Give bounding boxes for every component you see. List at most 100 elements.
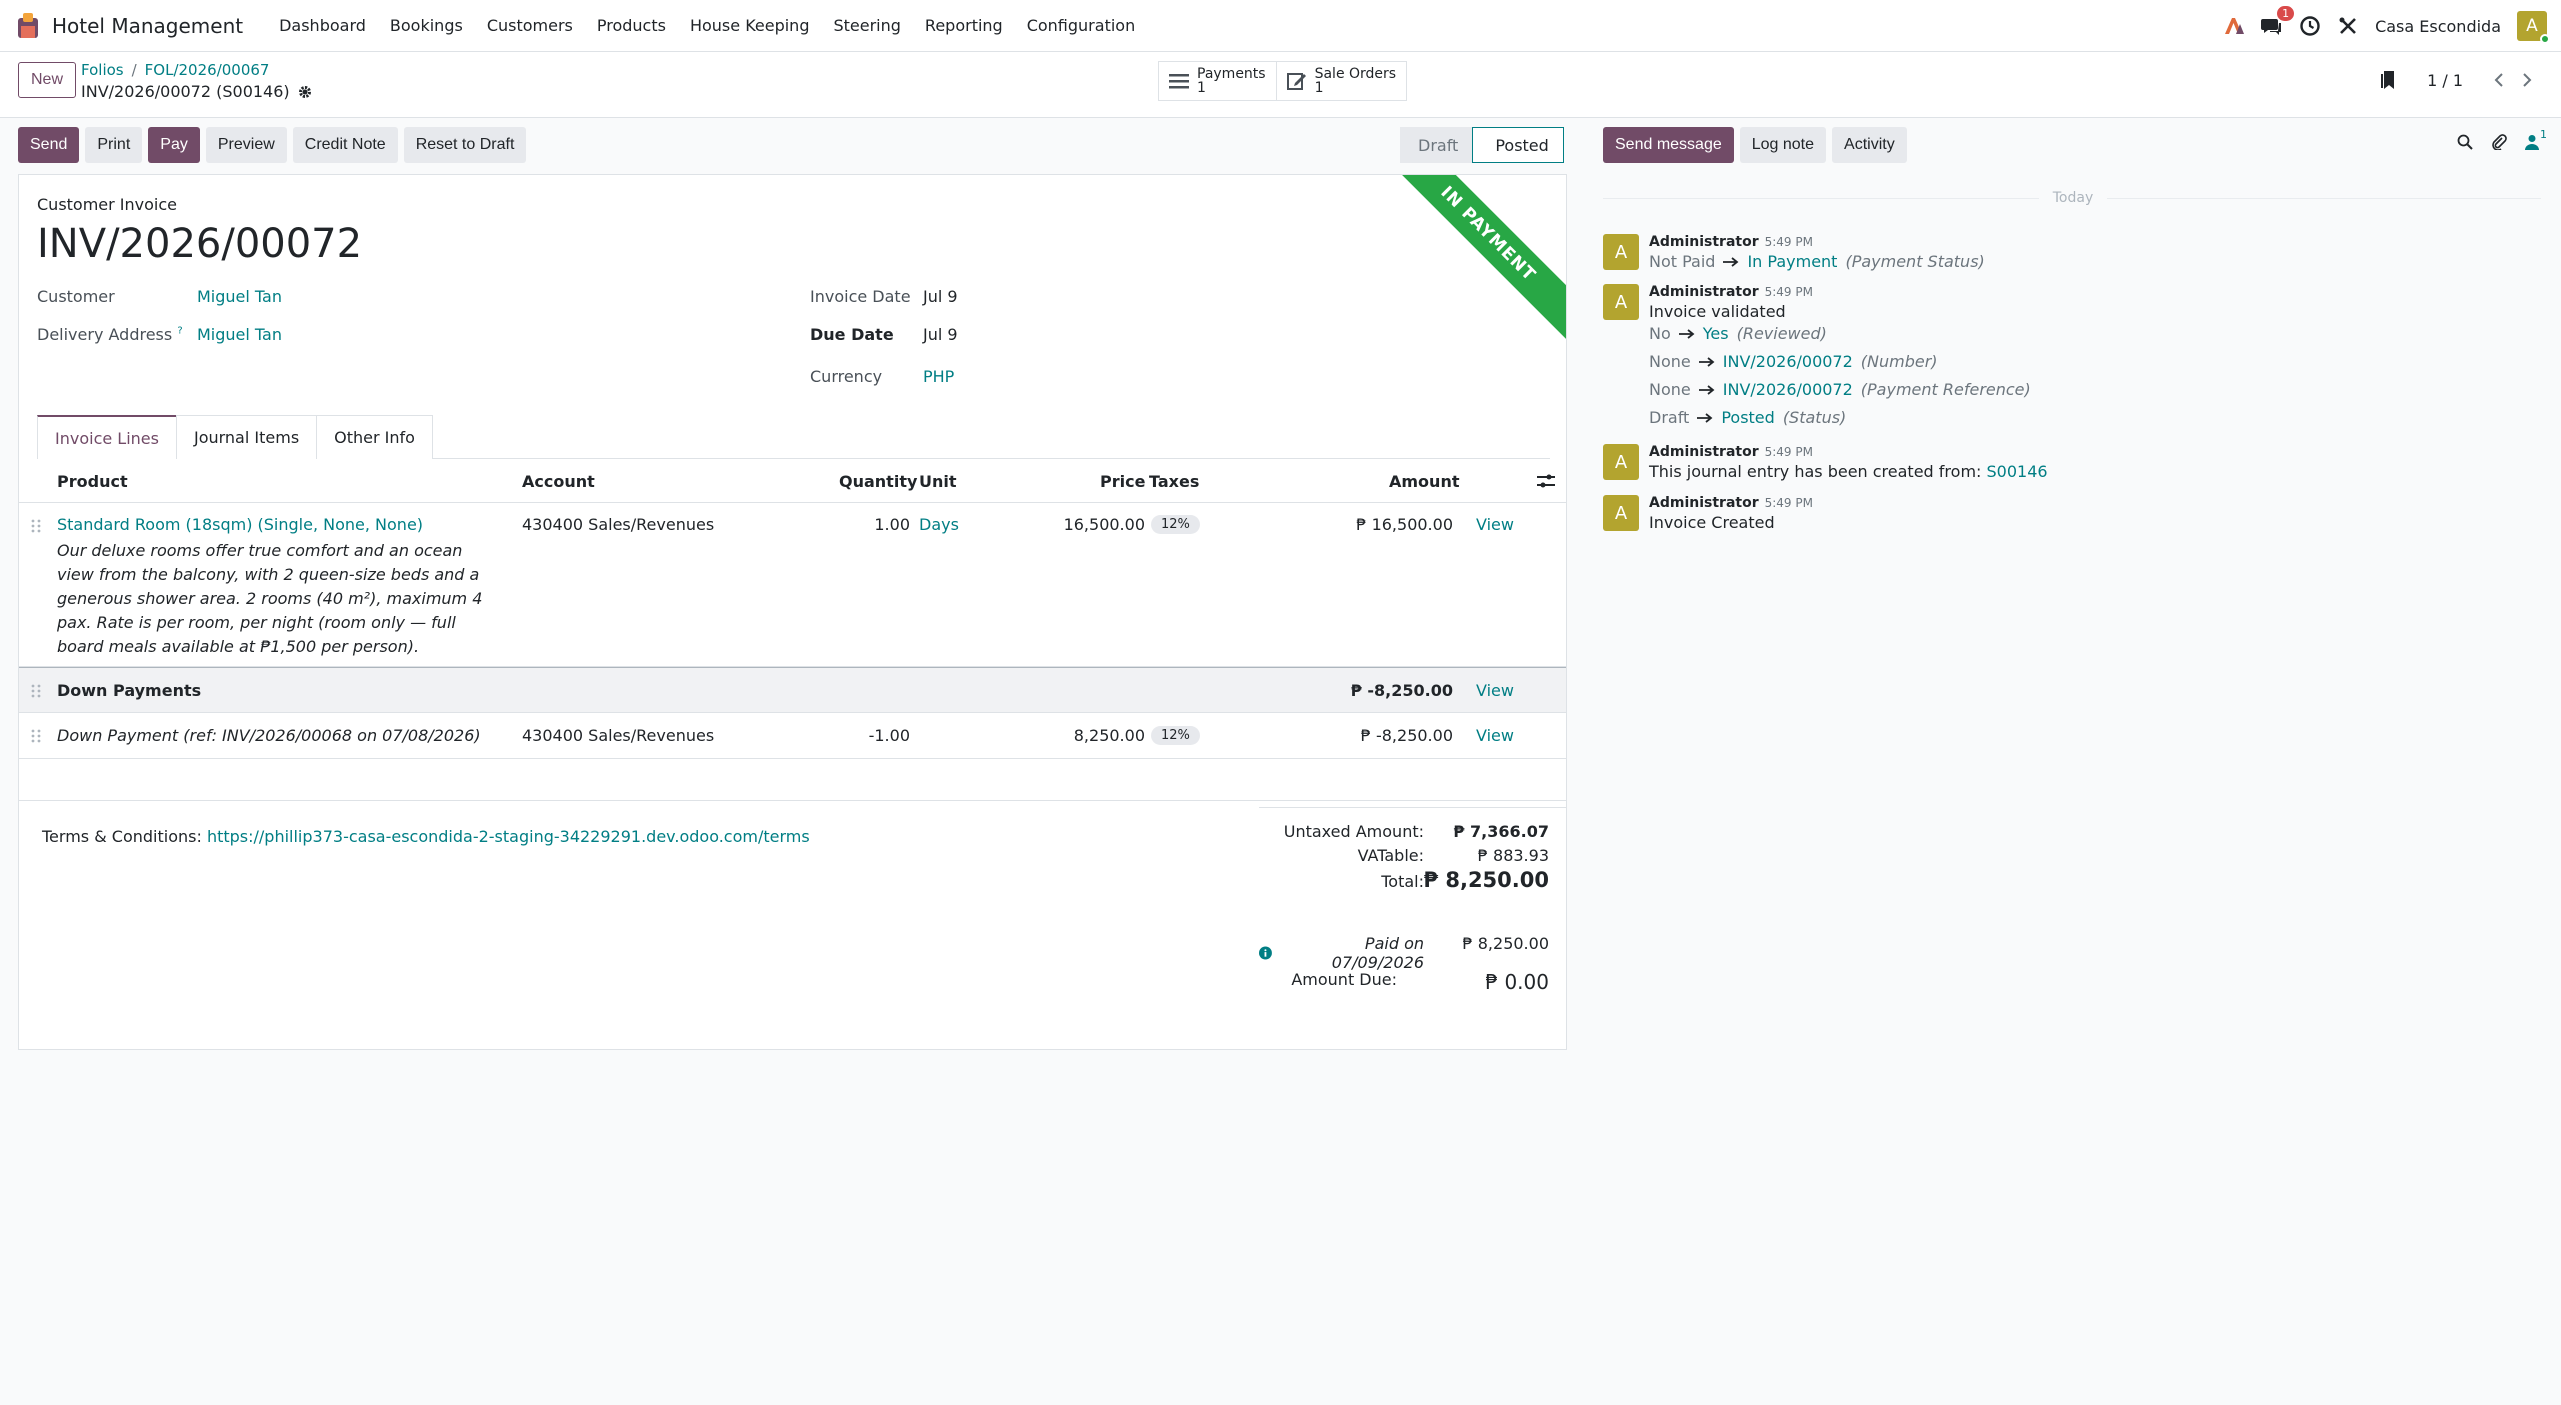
terms-label: Terms & Conditions: [42,827,202,846]
menu-reporting[interactable]: Reporting [913,16,1015,35]
line-product[interactable]: Standard Room (18sqm) (Single, None, Non… [57,515,423,534]
message-author-name[interactable]: Administrator [1649,444,1759,460]
search-icon[interactable] [2457,134,2473,150]
invoice-number: INV/2026/00072 [37,221,363,267]
author-avatar[interactable]: A [1603,444,1639,480]
drag-handle-icon[interactable] [31,729,41,743]
credit-note-button[interactable]: Credit Note [292,127,398,163]
company-switcher[interactable]: Casa Escondida [2375,17,2501,36]
message-body: This journal entry has been created from… [1649,462,2048,481]
menu-customers[interactable]: Customers [475,16,585,35]
line-view-link[interactable]: View [1476,515,1514,534]
menu-bookings[interactable]: Bookings [378,16,475,35]
section-view-link[interactable]: View [1476,681,1514,700]
tracking-field-name: (Status) [1782,408,1847,427]
payments-smart-button[interactable]: Payments 1 [1158,61,1277,101]
gear-icon[interactable] [298,85,312,99]
messages-icon[interactable]: 1 [2261,6,2295,37]
down-payment-price[interactable]: 8,250.00 [1074,726,1145,745]
down-payment-quantity[interactable]: -1.00 [869,726,910,745]
tab-other-info[interactable]: Other Info [316,415,433,459]
add-line-row[interactable] [19,759,1566,801]
print-button[interactable]: Print [85,127,143,163]
main-menu: Dashboard Bookings Customers Products Ho… [267,16,1147,35]
activity-button[interactable]: Activity [1832,127,1907,163]
author-avatar[interactable]: A [1603,234,1639,270]
menu-house-keeping[interactable]: House Keeping [678,16,822,35]
drag-handle-icon[interactable] [31,519,41,533]
send-button[interactable]: Send [18,127,80,163]
paperclip-icon[interactable] [2491,134,2507,150]
reset-to-draft-button[interactable]: Reset to Draft [403,127,527,163]
column-quantity[interactable]: Quantity [839,472,917,491]
line-price[interactable]: 16,500.00 [1064,515,1145,534]
breadcrumb-folios[interactable]: Folios [81,61,124,79]
stage-posted[interactable]: Posted [1472,127,1564,163]
menu-dashboard[interactable]: Dashboard [267,16,378,35]
currency-field[interactable]: PHP [923,367,954,386]
new-button[interactable]: New [18,62,77,98]
tab-invoice-lines[interactable]: Invoice Lines [37,415,177,459]
down-payment-product[interactable]: Down Payment (ref: INV/2026/00068 on 07/… [57,726,481,745]
pay-button[interactable]: Pay [148,127,200,163]
delivery-address-label: Delivery Address ? [37,325,183,344]
pager-next-button[interactable] [2513,66,2541,94]
info-icon[interactable] [1259,946,1272,960]
app-name[interactable]: Hotel Management [52,14,243,38]
column-price[interactable]: Price [1100,472,1145,491]
drag-handle-icon[interactable] [31,684,41,698]
tab-journal-items[interactable]: Journal Items [175,415,318,459]
section-row-down-payments[interactable]: Down Payments ₱ -8,250.00 View [19,667,1566,713]
followers-button[interactable]: 1 [2525,128,2547,150]
user-avatar-initial: A [2526,16,2538,36]
log-note-button[interactable]: Log note [1739,127,1827,163]
line-account[interactable]: 430400 Sales/Revenues [522,515,714,534]
message-body: Invoice validated [1649,302,1786,321]
stage-draft[interactable]: Draft [1400,127,1473,163]
line-unit[interactable]: Days [919,515,959,534]
paid-amount: ₱ 8,250.00 [1462,934,1549,953]
send-message-button[interactable]: Send message [1603,127,1734,163]
source-order-link[interactable]: S00146 [1987,462,2048,481]
message-author-name[interactable]: Administrator [1649,495,1759,511]
down-payment-view-link[interactable]: View [1476,726,1514,745]
table-row[interactable]: Down Payment (ref: INV/2026/00068 on 07/… [19,713,1566,759]
help-tooltip-icon[interactable]: ? [177,326,182,337]
arrow-right-icon [1678,328,1695,339]
preview-button[interactable]: Preview [205,127,287,163]
author-avatar[interactable]: A [1603,284,1639,320]
hotel-app-icon[interactable] [16,12,40,40]
bookmark-icon[interactable] [2381,70,2397,90]
systray: 1 Casa Escondida A [2207,0,2550,52]
message-author-name[interactable]: Administrator [1649,234,1759,250]
delivery-address-field[interactable]: Miguel Tan [197,325,282,344]
activity-clock-icon[interactable] [2299,15,2321,37]
column-taxes[interactable]: Taxes [1149,472,1199,491]
invoice-date-field[interactable]: Jul 9 [923,287,958,306]
breadcrumb-folio[interactable]: FOL/2026/00067 [145,61,270,79]
author-avatar[interactable]: A [1603,495,1639,531]
due-date-field[interactable]: Jul 9 [923,325,958,344]
debug-tools-icon[interactable] [2337,15,2359,37]
message-author-name[interactable]: Administrator [1649,284,1759,300]
customer-field[interactable]: Miguel Tan [197,287,282,306]
message-time: 5:49 PM [1764,496,1813,510]
column-settings-icon[interactable] [1537,473,1555,489]
column-amount[interactable]: Amount [1389,472,1459,491]
down-payment-account[interactable]: 430400 Sales/Revenues [522,726,714,745]
menu-products[interactable]: Products [585,16,678,35]
record-title: INV/2026/00072 (S00146) [81,82,312,101]
ai-assistant-icon[interactable] [2223,15,2245,37]
pager-previous-button[interactable] [2485,66,2513,94]
pager-value[interactable]: 1 / 1 [2427,71,2463,90]
user-avatar[interactable]: A [2517,11,2550,44]
menu-configuration[interactable]: Configuration [1015,16,1148,35]
sale-orders-smart-button[interactable]: Sale Orders 1 [1276,61,1408,101]
column-product[interactable]: Product [57,472,128,491]
terms-link[interactable]: https://phillip373-casa-escondida-2-stag… [207,827,810,846]
table-row[interactable]: Standard Room (18sqm) (Single, None, Non… [19,503,1566,667]
column-account[interactable]: Account [522,472,595,491]
column-unit[interactable]: Unit [919,472,957,491]
menu-steering[interactable]: Steering [821,16,912,35]
line-quantity[interactable]: 1.00 [874,515,910,534]
